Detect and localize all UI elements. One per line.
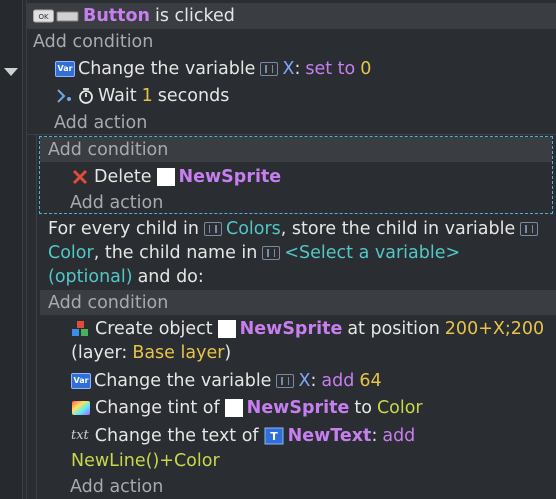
action-change-text[interactable]: txt Change the text of T NewText : add xyxy=(71,424,415,448)
object-name: NewSprite xyxy=(246,398,350,418)
condition-text: is clicked xyxy=(155,6,235,26)
optional-label[interactable]: (optional) xyxy=(48,265,133,289)
object-name: NewText xyxy=(287,426,372,446)
text-icon: txt xyxy=(71,428,89,443)
for-each-text: , the child name in xyxy=(93,243,258,263)
subevent-separator xyxy=(27,134,556,135)
svg-text:OK: OK xyxy=(38,13,49,21)
variable-icon xyxy=(276,374,295,388)
text-value: NewLine()+Color xyxy=(71,451,220,471)
sprite-object-icon xyxy=(217,320,236,338)
colon: : xyxy=(371,426,378,446)
action-change-tint[interactable]: Change tint of NewSprite to Color xyxy=(71,396,423,420)
object-name: NewSprite xyxy=(178,167,282,187)
operation: add xyxy=(321,371,355,391)
action-wait[interactable]: Wait 1 seconds xyxy=(55,84,229,108)
svg-text:T: T xyxy=(270,430,278,443)
button-object-name: Button xyxy=(83,6,151,26)
operation: set to xyxy=(305,59,356,79)
for-each-line-2[interactable]: Color , the child name in <Select a vari… xyxy=(48,241,460,265)
timer-icon xyxy=(78,87,94,105)
layer-text: (layer: xyxy=(71,343,128,363)
action-change-variable-x[interactable]: Var Change the variable X : set to 0 xyxy=(55,57,371,81)
object-name: NewSprite xyxy=(239,319,343,339)
value: 0 xyxy=(360,59,372,79)
layer-value: Base layer xyxy=(132,343,225,363)
gutter-divider xyxy=(22,0,23,499)
tint-icon xyxy=(71,400,91,416)
variable-icon xyxy=(203,222,222,236)
for-each-line-1[interactable]: For every child in Colors , store the ch… xyxy=(48,217,542,241)
sprite-object-icon xyxy=(156,168,175,186)
wait-icon xyxy=(55,87,75,105)
variable-icon xyxy=(260,62,279,76)
event1-condition[interactable]: OK Button is clicked xyxy=(33,4,235,28)
tint-text: Change tint of xyxy=(95,398,220,418)
wait-text: Wait xyxy=(98,86,137,106)
action-change-text-value[interactable]: NewLine()+Color xyxy=(71,449,220,473)
event1-guide xyxy=(26,0,27,499)
action-delete-object[interactable]: Delete NewSprite xyxy=(71,165,281,189)
colon: : xyxy=(310,371,317,391)
button-object-icon: OK xyxy=(33,9,79,23)
for-each-line-3[interactable]: (optional) and do: xyxy=(48,265,204,289)
add-action-button[interactable]: Add action xyxy=(70,191,163,215)
variable-color[interactable]: Color xyxy=(48,241,94,265)
delete-text: Delete xyxy=(94,167,152,187)
variable-icon xyxy=(262,246,281,260)
variable-colors[interactable]: Colors xyxy=(226,217,281,241)
variable-icon xyxy=(520,222,539,236)
operation: add xyxy=(382,426,416,446)
add-action-button[interactable]: Add action xyxy=(54,111,147,135)
text-action-text: Change the text of xyxy=(94,426,259,446)
select-variable-placeholder[interactable]: <Select a variable> xyxy=(284,241,460,265)
text-object-icon: T xyxy=(264,427,284,445)
wait-value: 1 xyxy=(141,86,153,106)
sprite-object-icon xyxy=(224,399,243,417)
collapse-arrow-icon[interactable] xyxy=(4,68,18,76)
delete-icon xyxy=(71,168,89,186)
variable-action-icon: Var xyxy=(71,373,91,389)
create-text: Create object xyxy=(95,319,213,339)
position-value: 200+X;200 xyxy=(444,319,545,339)
colon: : xyxy=(294,59,301,79)
action-text: Change the variable xyxy=(94,371,272,391)
create-object-icon xyxy=(71,320,91,338)
wait-unit: seconds xyxy=(157,86,230,106)
variable-name: X xyxy=(298,371,311,391)
for-each-text: , store the child in variable xyxy=(280,219,516,239)
for-each-text: For every child in xyxy=(48,219,199,239)
action-create-object-layer[interactable]: (layer: Base layer ) xyxy=(71,341,231,365)
add-action-button[interactable]: Add action xyxy=(70,475,163,499)
tint-value: Color xyxy=(376,398,423,418)
variable-action-icon: Var xyxy=(55,61,75,77)
subevent-guide xyxy=(36,135,37,499)
action-change-variable-x[interactable]: Var Change the variable X : add 64 xyxy=(71,369,382,393)
create-text: at position xyxy=(347,319,440,339)
layer-text: ) xyxy=(224,343,232,363)
add-condition-button[interactable]: Add condition xyxy=(48,138,168,162)
for-each-text: and do: xyxy=(137,267,204,287)
add-condition-button[interactable]: Add condition xyxy=(48,291,168,315)
value: 64 xyxy=(359,371,382,391)
action-create-object[interactable]: Create object NewSprite at position 200+… xyxy=(71,317,544,341)
add-condition-button[interactable]: Add condition xyxy=(33,30,153,54)
tint-text: to xyxy=(354,398,372,418)
action-text: Change the variable xyxy=(78,59,256,79)
variable-name: X xyxy=(282,59,295,79)
